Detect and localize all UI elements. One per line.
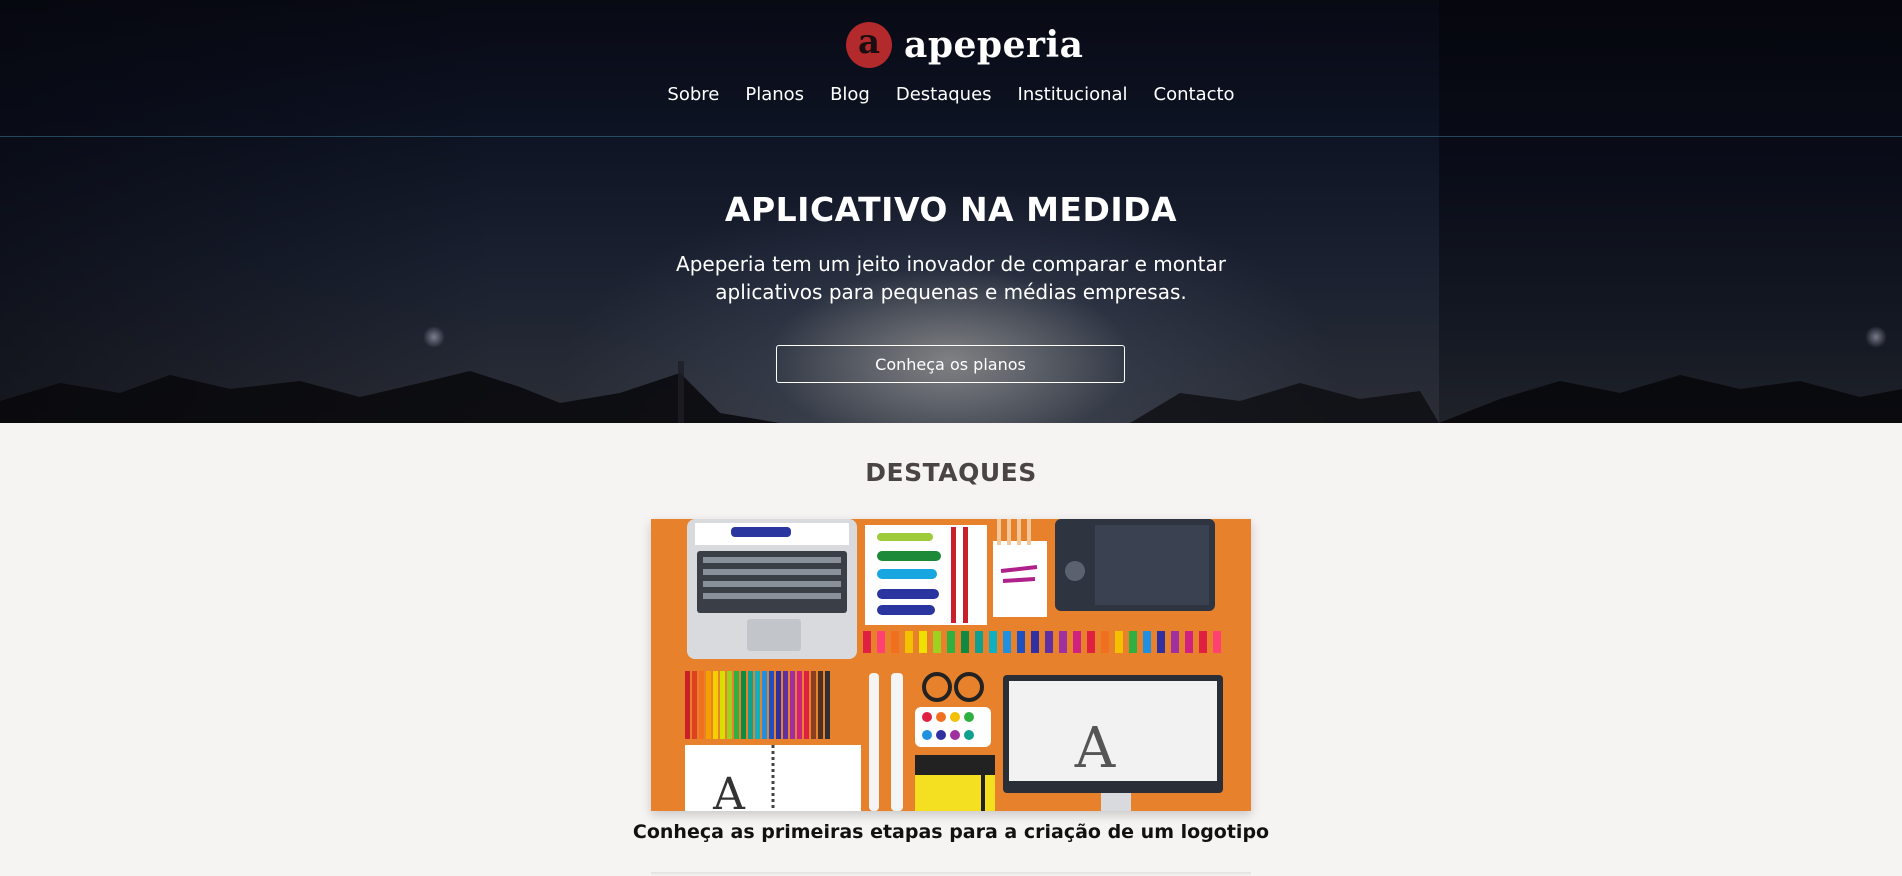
nav-item-contacto[interactable]: Contacto (1141, 82, 1248, 108)
plans-cta-button[interactable]: Conheça os planos (776, 345, 1125, 383)
highlights-title: DESTAQUES (865, 458, 1037, 487)
hero-subtitle: Apeperia tem um jeito inovador de compar… (676, 252, 1226, 304)
design-tools-illustration-icon: A A (651, 519, 1251, 811)
nav-item-planos[interactable]: Planos (732, 82, 817, 108)
hero-title: APLICATIVO NA MEDIDA (724, 190, 1178, 229)
svg-text:A: A (712, 769, 746, 811)
site-logo[interactable]: a apeperia (846, 22, 1083, 68)
svg-text:A: A (1074, 716, 1116, 781)
hero-banner: a apeperia Sobre Planos Blog Destaques I… (0, 0, 1902, 423)
featured-card-image[interactable]: A A (651, 519, 1251, 811)
nav-item-destaques[interactable]: Destaques (883, 82, 1005, 108)
next-card-edge (651, 872, 1251, 876)
light-glow (423, 326, 445, 348)
nav-item-institucional[interactable]: Institucional (1005, 82, 1141, 108)
nav-item-sobre[interactable]: Sobre (654, 82, 732, 108)
nav-item-blog[interactable]: Blog (817, 82, 883, 108)
logo-mark-icon: a (846, 22, 892, 68)
light-glow (1865, 326, 1887, 348)
featured-card-caption[interactable]: Conheça as primeiras etapas para a criaç… (0, 821, 1902, 843)
header-divider (0, 136, 1902, 137)
logo-text: apeperia (904, 24, 1084, 66)
main-nav: Sobre Planos Blog Destaques Instituciona… (0, 82, 1902, 108)
